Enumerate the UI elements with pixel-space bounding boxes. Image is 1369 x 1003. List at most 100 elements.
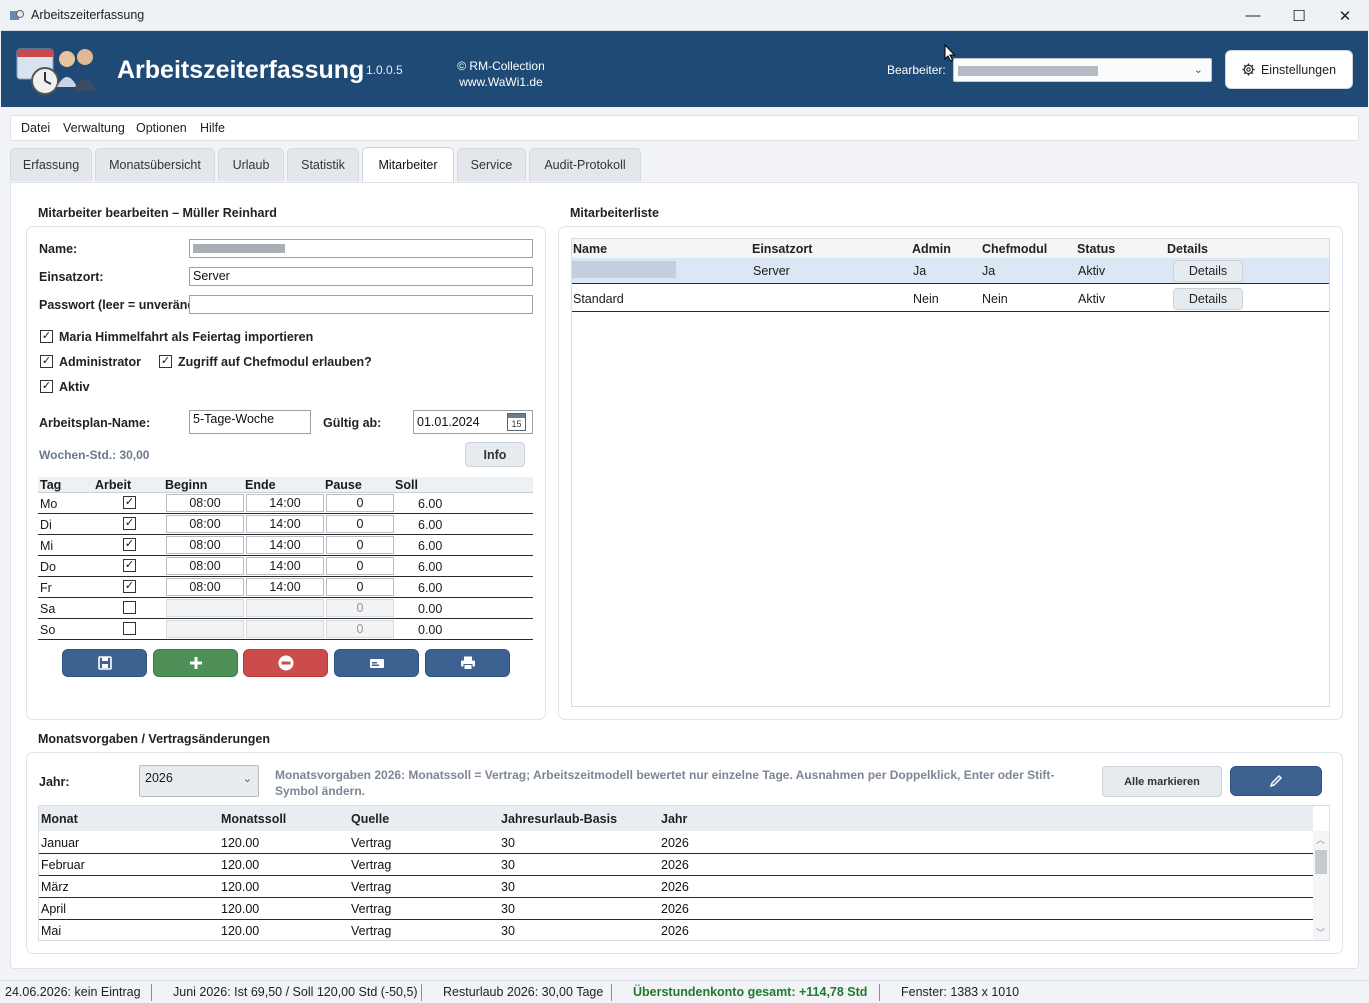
plan-beginn-field[interactable] — [166, 620, 244, 638]
status-fenster: Fenster: 1383 x 1010 — [901, 985, 1020, 999]
plan-pause-field[interactable]: 0 — [326, 515, 394, 533]
plan-beginn-field[interactable]: 08:00 — [166, 557, 244, 575]
admin-checkbox[interactable]: ✓ — [40, 355, 53, 368]
pencil-icon — [1269, 774, 1283, 788]
print-button[interactable] — [425, 649, 510, 677]
tab-monatsuebersicht[interactable]: Monatsübersicht — [95, 148, 215, 181]
mlist-row[interactable]: Standard Nein Nein Aktiv Details — [572, 286, 1329, 312]
plan-arbeit-checkbox[interactable] — [123, 622, 136, 635]
edit-button[interactable] — [1230, 766, 1322, 796]
plan-ende-field[interactable]: 14:00 — [246, 557, 324, 575]
plus-icon — [189, 657, 202, 669]
tab-mitarbeiter[interactable]: Mitarbeiter — [362, 147, 454, 182]
bearbeiter-select[interactable]: ⌄ — [953, 58, 1212, 82]
plan-beginn-field[interactable]: 08:00 — [166, 515, 244, 533]
monats-row[interactable]: April 120.00 Vertrag 30 2026 — [39, 898, 1313, 920]
feiertag-checkbox[interactable]: ✓ — [40, 330, 53, 343]
plan-ende-field[interactable]: 14:00 — [246, 578, 324, 596]
tab-erfassung[interactable]: Erfassung — [10, 148, 92, 181]
plan-arbeit-checkbox[interactable] — [123, 601, 136, 614]
remove-button[interactable] — [243, 649, 328, 677]
monats-cell-jahr: 2026 — [661, 880, 689, 894]
plan-arbeit-checkbox[interactable]: ✓ — [123, 496, 136, 509]
plan-ende-field[interactable] — [246, 620, 324, 638]
mlist-row[interactable]: Server Ja Ja Aktiv Details — [572, 258, 1329, 284]
chevron-down-icon: ⌄ — [242, 773, 252, 785]
scrollbar-thumb[interactable] — [1315, 850, 1327, 874]
scroll-down-icon[interactable]: ﹀ — [1316, 926, 1325, 939]
save-button[interactable] — [62, 649, 147, 677]
plan-ende-field[interactable]: 14:00 — [246, 494, 324, 512]
menu-hilfe[interactable]: Hilfe — [200, 121, 225, 135]
details-button[interactable]: Details — [1173, 288, 1243, 310]
tab-statistik[interactable]: Statistik — [287, 148, 359, 181]
plan-beginn-field[interactable] — [166, 599, 244, 617]
plan-arbeit-checkbox[interactable]: ✓ — [123, 538, 136, 551]
plan-arbeit-checkbox[interactable]: ✓ — [123, 580, 136, 593]
plan-pause-field[interactable]: 0 — [326, 599, 394, 617]
vertical-scrollbar[interactable]: ︿ ﹀ — [1313, 831, 1329, 940]
plan-cell-tag: Mo — [40, 497, 58, 511]
settings-button[interactable]: Einstellungen — [1225, 50, 1353, 89]
menu-verwaltung[interactable]: Verwaltung — [63, 121, 125, 135]
maximize-button[interactable]: ☐ — [1276, 0, 1322, 31]
mlist-title: Mitarbeiterliste — [570, 206, 659, 220]
mlist-header-einsatzort: Einsatzort — [752, 242, 813, 256]
status-tag: 24.06.2026: kein Eintrag — [5, 985, 141, 999]
gueltig-value: 01.01.2024 — [417, 415, 480, 429]
plan-pause-field[interactable]: 0 — [326, 557, 394, 575]
monats-header-jahr: Jahr — [661, 812, 688, 826]
plan-beginn-field[interactable]: 08:00 — [166, 494, 244, 512]
calendar-icon[interactable]: 15 — [507, 413, 526, 431]
plan-cell-soll: 6.00 — [418, 560, 443, 574]
tab-urlaub[interactable]: Urlaub — [218, 148, 284, 181]
name-field[interactable] — [189, 239, 533, 258]
monats-row[interactable]: Mai 120.00 Vertrag 30 2026 — [39, 920, 1313, 940]
plan-pause-field[interactable]: 0 — [326, 620, 394, 638]
minus-icon — [278, 655, 293, 671]
tab-service[interactable]: Service — [457, 148, 526, 181]
plan-cell-soll: 0.00 — [418, 623, 443, 637]
menu-datei[interactable]: Datei — [21, 121, 50, 135]
plan-pause-field[interactable]: 0 — [326, 578, 394, 596]
window-title: Arbeitszeiterfassung — [31, 8, 145, 22]
menu-optionen[interactable]: Optionen — [136, 121, 187, 135]
monats-row[interactable]: März 120.00 Vertrag 30 2026 — [39, 876, 1313, 898]
plan-beginn-field[interactable]: 08:00 — [166, 536, 244, 554]
plan-arbeit-checkbox[interactable]: ✓ — [123, 517, 136, 530]
plan-ende-field[interactable]: 14:00 — [246, 515, 324, 533]
monats-cell-quelle: Vertrag — [351, 836, 392, 850]
plan-ende-field[interactable]: 14:00 — [246, 536, 324, 554]
plan-ende-field[interactable] — [246, 599, 324, 617]
mlist-cell-chef: Ja — [982, 264, 996, 278]
close-button[interactable]: ✕ — [1322, 0, 1368, 31]
details-button[interactable]: Details — [1173, 260, 1243, 282]
scroll-up-icon[interactable]: ︿ — [1316, 833, 1325, 846]
monats-row[interactable]: Februar 120.00 Vertrag 30 2026 — [39, 854, 1313, 876]
card-button[interactable] — [334, 649, 419, 677]
add-button[interactable] — [153, 649, 238, 677]
mlist-header-status: Status — [1077, 242, 1116, 256]
chevron-down-icon: ⌄ — [1193, 64, 1203, 76]
mlist-header-chefmodul: Chefmodul — [982, 242, 1048, 256]
mitarbeiter-list: Name Einsatzort Admin Chefmodul Status D… — [571, 238, 1330, 707]
jahr-select[interactable]: 2026 ⌄ — [139, 765, 259, 797]
info-button[interactable]: Info — [465, 442, 525, 467]
plan-beginn-field[interactable]: 08:00 — [166, 578, 244, 596]
aktiv-checkbox[interactable]: ✓ — [40, 380, 53, 393]
plan-pause-field[interactable]: 0 — [326, 536, 394, 554]
chefmodul-checkbox[interactable]: ✓ — [159, 355, 172, 368]
alle-markieren-button[interactable]: Alle markieren — [1102, 766, 1222, 797]
minimize-button[interactable]: — — [1230, 0, 1276, 31]
monats-cell-soll: 120.00 — [221, 902, 260, 916]
passwort-field[interactable] — [189, 295, 533, 314]
plan-name-field[interactable]: 5-Tage-Woche — [189, 410, 311, 434]
tab-audit-protokoll[interactable]: Audit-Protokoll — [529, 148, 641, 181]
plan-arbeit-checkbox[interactable]: ✓ — [123, 559, 136, 572]
einsatzort-field[interactable]: Server — [189, 267, 533, 286]
plan-cell-tag: Do — [40, 560, 56, 574]
plan-pause-field[interactable]: 0 — [326, 494, 394, 512]
status-resturlaub: Resturlaub 2026: 30,00 Tage — [443, 985, 604, 999]
monats-row[interactable]: Januar 120.00 Vertrag 30 2026 — [39, 832, 1313, 854]
chefmodul-checkbox-label: Zugriff auf Chefmodul erlauben? — [178, 355, 372, 369]
